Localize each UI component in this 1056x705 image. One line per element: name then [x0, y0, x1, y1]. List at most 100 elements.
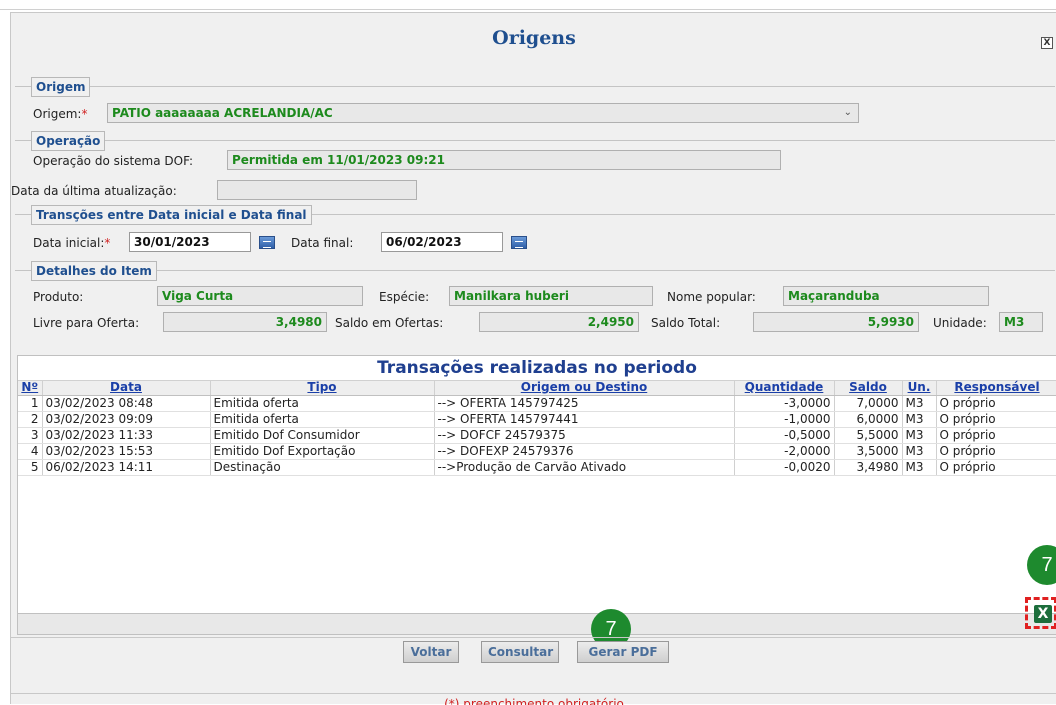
saldo-total-label: Saldo Total: [651, 316, 721, 330]
nome-popular-label: Nome popular: [667, 290, 756, 304]
origem-select[interactable]: PATIO aaaaaaaa ACRELANDIA/AC ⌄ [107, 103, 859, 123]
cell-unidade: M3 [902, 443, 937, 460]
cell-quantidade: -2,0000 [734, 443, 835, 460]
table-row: 3 03/02/2023 11:33 Emitido Dof Consumido… [18, 427, 1056, 444]
cell-data: 03/02/2023 15:53 [42, 443, 211, 460]
cell-responsavel: O próprio [936, 395, 1056, 412]
cell-saldo: 7,0000 [834, 395, 903, 412]
origens-dialog: Origens X Origem Origem:* PATIO aaaaaaaa… [10, 12, 1056, 705]
ultima-atualizacao-field [217, 180, 417, 200]
unidade-field: M3 [999, 312, 1043, 332]
origem-section-line [15, 86, 1055, 87]
data-inicial-input[interactable]: 30/01/2023 [129, 232, 251, 252]
consultar-button[interactable]: Consultar [481, 641, 559, 663]
cell-responsavel: O próprio [936, 427, 1056, 444]
required-fields-note: (*) preenchimento obrigatório [11, 693, 1056, 705]
col-header-unidade[interactable]: Un. [902, 381, 937, 396]
operacao-legend: Operação [31, 131, 106, 151]
operacao-section-line [15, 140, 1055, 141]
produto-label: Produto: [33, 290, 84, 304]
especie-label: Espécie: [379, 290, 430, 304]
col-header-saldo[interactable]: Saldo [834, 381, 903, 396]
col-header-origem-destino[interactable]: Origem ou Destino [434, 381, 735, 396]
cell-tipo: Emitida oferta [210, 411, 435, 428]
data-inicial-label: Data inicial:* [33, 236, 111, 250]
col-header-responsavel[interactable]: Responsável [936, 381, 1056, 396]
cell-origem-destino: --> OFERTA 145797425 [434, 395, 735, 412]
cell-saldo: 3,5000 [834, 443, 903, 460]
cell-unidade: M3 [902, 459, 937, 476]
data-final-input[interactable]: 06/02/2023 [381, 232, 503, 252]
cell-saldo: 6,0000 [834, 411, 903, 428]
chevron-down-icon: ⌄ [843, 107, 852, 118]
cell-numero: 3 [18, 427, 43, 444]
cell-origem-destino: --> DOFCF 24579375 [434, 427, 735, 444]
table-row: 1 03/02/2023 08:48 Emitida oferta --> OF… [18, 395, 1056, 412]
periodo-legend: Transções entre Data inicial e Data fina… [31, 205, 312, 225]
cell-tipo: Emitida oferta [210, 395, 435, 412]
cell-tipo: Destinação [210, 459, 435, 476]
saldo-total-field: 5,9930 [753, 312, 919, 332]
cell-responsavel: O próprio [936, 443, 1056, 460]
cell-quantidade: -0,0020 [734, 459, 835, 476]
detalhes-legend: Detalhes do Item [31, 261, 157, 281]
origem-field-label: Origem:* [33, 107, 88, 121]
cell-numero: 4 [18, 443, 43, 460]
cell-origem-destino: -->Produção de Carvão Ativado [434, 459, 735, 476]
operacao-field-label: Operação do sistema DOF: [33, 154, 194, 168]
nome-popular-field: Maçaranduba [783, 286, 989, 306]
saldo-ofertas-field: 2,4950 [479, 312, 639, 332]
cell-quantidade: -3,0000 [734, 395, 835, 412]
col-header-data[interactable]: Data [42, 381, 211, 396]
calendar-icon[interactable] [259, 236, 275, 249]
excel-export-highlight: X [1025, 597, 1056, 629]
operacao-field: Permitida em 11/01/2023 09:21 [227, 150, 781, 170]
voltar-button[interactable]: Voltar [403, 641, 459, 663]
cell-data: 03/02/2023 08:48 [42, 395, 211, 412]
ultima-atualizacao-label: Data da última atualização: [11, 184, 177, 198]
cell-unidade: M3 [902, 395, 937, 412]
origem-legend: Origem [31, 77, 91, 97]
cell-quantidade: -1,0000 [734, 411, 835, 428]
cell-saldo: 5,5000 [834, 427, 903, 444]
cell-numero: 1 [18, 395, 43, 412]
cell-tipo: Emitido Dof Consumidor [210, 427, 435, 444]
transacoes-table: Nº Data Tipo Origem ou Destino Quantidad… [18, 381, 1056, 476]
dialog-title: Origens [492, 27, 576, 49]
calendar-icon[interactable] [511, 236, 527, 249]
origem-select-value: PATIO aaaaaaaa ACRELANDIA/AC [112, 106, 333, 120]
produto-field: Viga Curta [157, 286, 363, 306]
top-border [0, 0, 1056, 10]
cell-data: 03/02/2023 09:09 [42, 411, 211, 428]
table-status-bar [17, 613, 1056, 635]
gerar-pdf-button[interactable]: Gerar PDF [577, 641, 669, 663]
cell-data: 03/02/2023 11:33 [42, 427, 211, 444]
cell-numero: 2 [18, 411, 43, 428]
data-final-label: Data final: [291, 236, 354, 250]
transacoes-panel: Transações realizadas no periodo Nº Data… [17, 355, 1056, 617]
livre-oferta-field: 3,4980 [163, 312, 327, 332]
table-row: 2 03/02/2023 09:09 Emitida oferta --> OF… [18, 411, 1056, 428]
table-row: 5 06/02/2023 14:11 Destinação -->Produçã… [18, 459, 1056, 476]
cell-quantidade: -0,5000 [734, 427, 835, 444]
cell-origem-destino: --> DOFEXP 24579376 [434, 443, 735, 460]
col-header-tipo[interactable]: Tipo [210, 381, 435, 396]
cell-responsavel: O próprio [936, 411, 1056, 428]
livre-oferta-label: Livre para Oferta: [33, 316, 140, 330]
especie-field: Manilkara huberi [449, 286, 653, 306]
cell-unidade: M3 [902, 427, 937, 444]
cell-tipo: Emitido Dof Exportação [210, 443, 435, 460]
buttons-separator [11, 637, 1056, 638]
col-header-quantidade[interactable]: Quantidade [734, 381, 835, 396]
cell-numero: 5 [18, 459, 43, 476]
close-icon[interactable]: X [1041, 37, 1053, 49]
cell-saldo: 3,4980 [834, 459, 903, 476]
saldo-ofertas-label: Saldo em Ofertas: [335, 316, 444, 330]
cell-responsavel: O próprio [936, 459, 1056, 476]
cell-origem-destino: --> OFERTA 145797441 [434, 411, 735, 428]
col-header-numero[interactable]: Nº [18, 381, 43, 396]
cell-unidade: M3 [902, 411, 937, 428]
excel-export-icon[interactable]: X [1034, 605, 1052, 623]
table-row: 4 03/02/2023 15:53 Emitido Dof Exportaçã… [18, 443, 1056, 460]
transacoes-title: Transações realizadas no periodo [18, 356, 1056, 381]
